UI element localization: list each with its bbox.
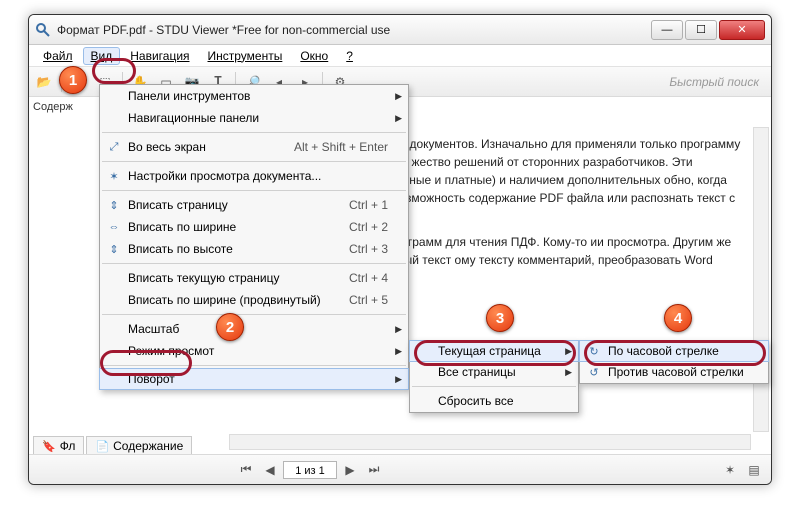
options-icon[interactable]: ▤ — [743, 459, 765, 481]
menu-fullscreen[interactable]: ⤢Во весь экранAlt + Shift + Enter — [100, 136, 408, 158]
last-page-icon[interactable]: ⏭ — [363, 459, 385, 481]
annotation-3: 3 — [486, 304, 514, 332]
titlebar: Формат PDF.pdf - STDU Viewer *Free for n… — [29, 15, 771, 45]
tab-flags[interactable]: 🔖 Фл — [33, 436, 84, 456]
menu-rotate-current[interactable]: Текущая страница▶ — [409, 340, 579, 362]
menu-docsettings[interactable]: ✶Настройки просмотра документа... — [100, 165, 408, 187]
vertical-scrollbar[interactable] — [753, 127, 769, 432]
annotation-4: 4 — [664, 304, 692, 332]
menu-rotate-cw[interactable]: ↻По часовой стрелке — [579, 340, 769, 362]
horizontal-scrollbar[interactable] — [229, 434, 751, 450]
menu-fit-height[interactable]: ⇕Вписать по высотеCtrl + 3 — [100, 238, 408, 260]
direction-submenu: ↻По часовой стрелке ↺Против часовой стре… — [579, 340, 769, 384]
options-icon[interactable]: ✶ — [719, 459, 741, 481]
menu-rotate[interactable]: Поворот▶ — [99, 368, 409, 390]
tab-contents[interactable]: 📄 Содержание — [86, 436, 192, 456]
menu-tools[interactable]: Инструменты — [200, 47, 291, 65]
fit-icon: ⇔ — [106, 221, 122, 233]
fit-icon: ⇕ — [106, 199, 122, 212]
fit-icon: ⇕ — [106, 243, 122, 256]
menu-navpanels[interactable]: Навигационные панели▶ — [100, 107, 408, 129]
sidebar-label: Содерж — [33, 101, 73, 113]
open-icon[interactable]: 📂 — [33, 71, 55, 93]
quick-search[interactable]: Быстрый поиск — [669, 75, 767, 89]
rotate-submenu: Текущая страница▶ Все страницы▶ Сбросить… — [409, 340, 579, 413]
gear-icon: ✶ — [106, 170, 122, 183]
annotation-2: 2 — [216, 313, 244, 341]
rotate-ccw-icon: ↺ — [586, 366, 602, 379]
view-dropdown: Панели инструментов▶ Навигационные панел… — [99, 84, 409, 390]
window-title: Формат PDF.pdf - STDU Viewer *Free for n… — [57, 23, 651, 37]
menu-rotate-all[interactable]: Все страницы▶ — [410, 361, 578, 383]
statusbar: ⏮ ◀ 1 из 1 ▶ ⏭ ✶ ▤ — [29, 454, 771, 484]
menubar: Файл Вид Навигация Инструменты Окно ? — [29, 45, 771, 67]
menu-view[interactable]: Вид — [83, 47, 121, 65]
rotate-cw-icon: ↻ — [586, 345, 602, 358]
next-page-icon[interactable]: ▶ — [339, 459, 361, 481]
minimize-button[interactable]: — — [651, 20, 683, 40]
page-indicator[interactable]: 1 из 1 — [283, 461, 337, 479]
menu-toolbars[interactable]: Панели инструментов▶ — [100, 85, 408, 107]
menu-fit-width-adv[interactable]: Вписать по ширине (продвинутый)Ctrl + 5 — [100, 289, 408, 311]
menu-fit-curpage[interactable]: Вписать текущую страницуCtrl + 4 — [100, 267, 408, 289]
menu-rotate-reset[interactable]: Сбросить все — [410, 390, 578, 412]
menu-viewmode[interactable]: Режим просмот▶ — [100, 340, 408, 362]
menu-zoom[interactable]: Масштаб▶ — [100, 318, 408, 340]
menu-fit-page[interactable]: ⇕Вписать страницуCtrl + 1 — [100, 194, 408, 216]
maximize-button[interactable]: ☐ — [685, 20, 717, 40]
app-icon — [35, 22, 51, 38]
prev-page-icon[interactable]: ◀ — [259, 459, 281, 481]
menu-help[interactable]: ? — [338, 47, 361, 65]
menu-window[interactable]: Окно — [292, 47, 336, 65]
menu-file[interactable]: Файл — [35, 47, 81, 65]
menu-navigation[interactable]: Навигация — [122, 47, 197, 65]
first-page-icon[interactable]: ⏮ — [235, 459, 257, 481]
annotation-1: 1 — [59, 66, 87, 94]
menu-fit-width[interactable]: ⇔Вписать по ширинеCtrl + 2 — [100, 216, 408, 238]
close-button[interactable]: ✕ — [719, 20, 765, 40]
menu-rotate-ccw[interactable]: ↺Против часовой стрелки — [580, 361, 768, 383]
expand-icon: ⤢ — [106, 141, 122, 154]
